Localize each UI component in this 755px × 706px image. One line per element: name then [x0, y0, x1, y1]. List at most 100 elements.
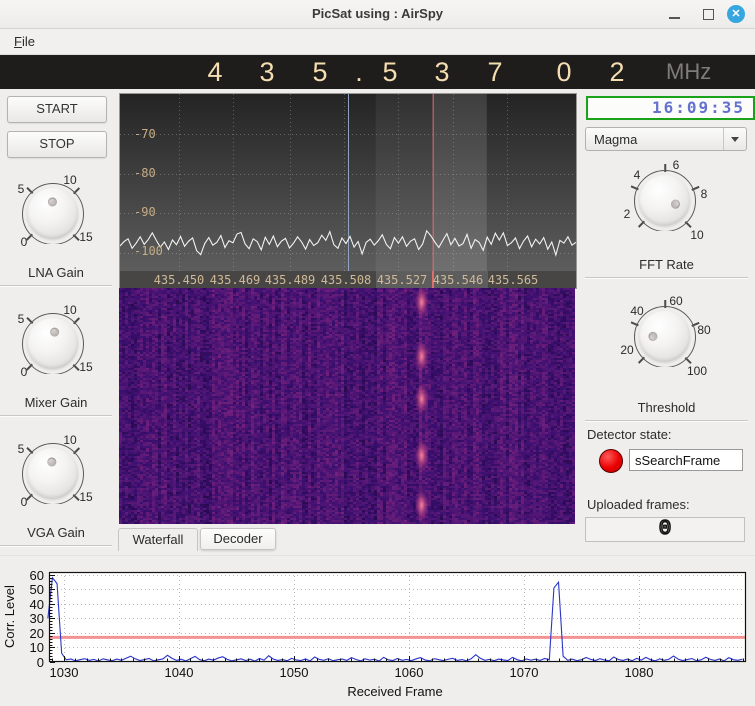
- title-bar: PicSat using : AirSpy ✕: [0, 0, 755, 29]
- detector-state-field[interactable]: [629, 449, 743, 471]
- knob-tick-label: 0: [20, 495, 28, 509]
- tab-waterfall[interactable]: Waterfall: [118, 528, 198, 551]
- db-axis-tick: -100: [134, 244, 163, 258]
- vga-gain-knob[interactable]: 0 5 10 15: [3, 424, 103, 524]
- freq-digit[interactable]: 3: [428, 57, 456, 88]
- close-button[interactable]: ✕: [727, 5, 745, 23]
- detector-led: [599, 449, 623, 473]
- knob-tick-label: 6: [672, 158, 680, 172]
- x-axis-tick: 1040: [164, 665, 194, 680]
- divider: [0, 545, 112, 547]
- start-button[interactable]: START: [7, 96, 107, 123]
- freq-axis-tick: 435.565: [487, 273, 539, 287]
- window-title: PicSat using : AirSpy: [312, 6, 443, 21]
- tab-decoder[interactable]: Decoder: [200, 528, 276, 550]
- knob-tick-label: 15: [79, 230, 93, 244]
- knob-tick-label: 5: [17, 312, 25, 326]
- freq-unit-label: MHz: [666, 59, 712, 84]
- y-axis-tick: 10: [29, 640, 44, 655]
- y-axis-tick: 40: [29, 597, 44, 612]
- knob-indicator-dot: [49, 326, 60, 337]
- colormap-selected-value: Magma: [594, 131, 638, 147]
- freq-digit[interactable]: 5: [306, 57, 334, 88]
- y-axis-tick: 0: [36, 655, 44, 670]
- knob-indicator-dot: [670, 198, 682, 210]
- db-axis-tick: -70: [134, 127, 156, 141]
- y-axis-tick: 60: [29, 568, 44, 583]
- menu-bar: File: [0, 29, 755, 55]
- fft-rate-label: FFT Rate: [639, 257, 694, 272]
- center-panel: -70 -80 -90 -100 435.450 435.469 435.489…: [115, 89, 577, 555]
- detector-state-label: Detector state:: [587, 427, 672, 442]
- db-axis-tick: -90: [134, 205, 156, 219]
- freq-axis-tick: 435.508: [320, 273, 372, 287]
- stop-button[interactable]: STOP: [7, 131, 107, 158]
- knob-tick-label: 10: [690, 228, 704, 242]
- maximize-button[interactable]: [700, 5, 718, 23]
- freq-digit[interactable]: 5: [376, 57, 404, 88]
- freq-decimal-point: .: [355, 56, 363, 87]
- knob-tick-label: 8: [700, 187, 708, 201]
- threshold-label: Threshold: [637, 400, 696, 415]
- knob-tick-label: 4: [633, 168, 641, 182]
- chevron-down-icon: [731, 136, 739, 142]
- y-axis-tick: 20: [29, 626, 44, 641]
- menu-file[interactable]: File: [10, 33, 39, 50]
- knob-tick-label: 80: [697, 323, 711, 337]
- freq-axis-tick: 435.489: [264, 273, 316, 287]
- frequency-axis-strip: 435.450 435.469 435.489 435.508 435.527 …: [120, 271, 576, 288]
- waterfall-display[interactable]: [119, 288, 575, 524]
- spectrum-plot[interactable]: -70 -80 -90 -100 435.450 435.469 435.489…: [119, 93, 577, 289]
- divider: [0, 415, 112, 417]
- freq-digit[interactable]: 3: [253, 57, 281, 88]
- knob-tick-label: 0: [20, 365, 28, 379]
- knob-tick-label: 0: [20, 235, 28, 249]
- knob-tick-label: 5: [17, 442, 25, 456]
- uploaded-frames-display: 0: [585, 517, 745, 542]
- freq-digit[interactable]: 2: [603, 57, 631, 88]
- freq-axis-tick: 435.450: [153, 273, 205, 287]
- freq-digit[interactable]: 7: [481, 57, 509, 88]
- frequency-display: 4 3 5 . 5 3 7 0 2 MHz: [0, 55, 755, 89]
- freq-axis-tick: 435.469: [209, 273, 261, 287]
- colormap-select[interactable]: Magma: [585, 127, 747, 151]
- x-axis-title: Received Frame: [347, 684, 443, 699]
- divider: [0, 285, 112, 287]
- lna-gain-knob[interactable]: 0 5 10 15: [3, 164, 103, 264]
- x-axis-tick: 1050: [279, 665, 309, 680]
- knob-tick-label: 15: [79, 360, 93, 374]
- mixer-gain-label: Mixer Gain: [24, 395, 88, 410]
- spectrum-canvas[interactable]: [120, 94, 576, 271]
- vga-gain-label: VGA Gain: [27, 525, 85, 540]
- divider: [585, 420, 748, 422]
- db-axis-tick: -80: [134, 166, 156, 180]
- app-window: PicSat using : AirSpy ✕ File 4 3 5 . 5 3…: [0, 0, 755, 706]
- view-tabs: Waterfall Decoder: [118, 527, 276, 551]
- threshold-knob[interactable]: 20 40 60 80 100: [615, 287, 715, 387]
- knob-tick-label: 20: [620, 343, 634, 357]
- y-axis-tick: 30: [29, 611, 44, 626]
- x-axis-tick: 1070: [509, 665, 539, 680]
- freq-axis-tick: 435.546: [432, 273, 484, 287]
- mixer-gain-knob[interactable]: 0 5 10 15: [3, 294, 103, 394]
- y-axis-title: Corr. Level: [2, 585, 17, 649]
- knob-tick-label: 5: [17, 182, 25, 196]
- divider: [585, 277, 748, 279]
- uploaded-frames-value: 0: [658, 518, 672, 541]
- combo-arrow-zone[interactable]: [723, 128, 746, 150]
- knob-indicator-dot: [46, 456, 57, 467]
- left-panel: START STOP 0 5 10 15 LNA Gain 0 5 10 15 …: [0, 89, 112, 555]
- correlation-chart: 60 50 40 30 20 10 0 1030 1040 1050 1060 …: [0, 555, 755, 706]
- freq-axis-tick: 435.527: [376, 273, 428, 287]
- y-axis-tick: 50: [29, 582, 44, 597]
- knob-tick-label: 100: [686, 364, 708, 378]
- x-axis-tick: 1080: [624, 665, 654, 680]
- freq-digit[interactable]: 4: [201, 57, 229, 88]
- right-panel: 16:09:35 Magma 2 4 6 8 10 FFT Rate 20 40…: [585, 89, 755, 555]
- minimize-button[interactable]: [666, 5, 684, 23]
- knob-indicator-dot: [647, 332, 658, 342]
- x-axis-tick: 1060: [394, 665, 424, 680]
- fft-rate-knob[interactable]: 2 4 6 8 10: [615, 151, 715, 251]
- freq-digit[interactable]: 0: [550, 57, 578, 88]
- knob-tick-label: 15: [79, 490, 93, 504]
